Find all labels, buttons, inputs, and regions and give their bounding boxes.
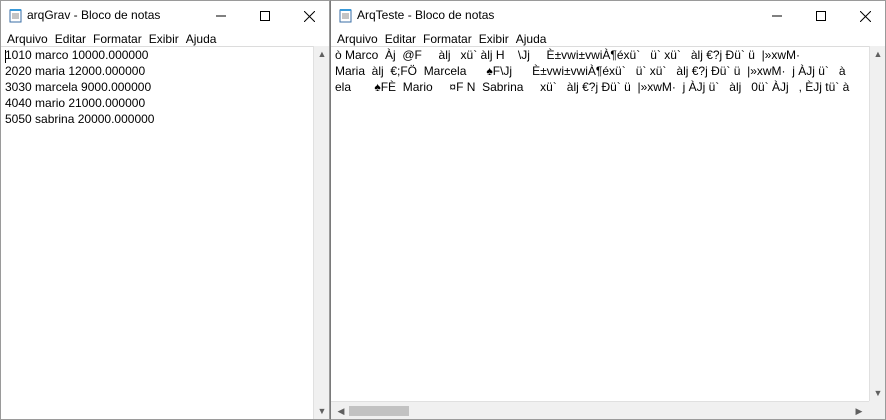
menu-arquivo[interactable]: Arquivo	[337, 32, 378, 46]
notepad-window-arqgrav: arqGrav - Bloco de notas Arquivo Editar …	[0, 0, 330, 420]
notepad-icon	[339, 8, 353, 23]
window-title: arqGrav - Bloco de notas	[27, 8, 161, 22]
close-icon	[859, 10, 871, 22]
notepad-window-arqteste: ArqTeste - Bloco de notas Arquivo Editar…	[330, 0, 886, 420]
title-bar[interactable]: ArqTeste - Bloco de notas	[331, 1, 885, 31]
horizontal-scrollbar[interactable]: ◀ ▶	[331, 401, 869, 419]
text-line: 4040 mario 21000.000000	[5, 96, 146, 110]
scroll-down-icon[interactable]: ▼	[314, 403, 330, 419]
menu-formatar[interactable]: Formatar	[423, 32, 472, 46]
menu-editar[interactable]: Editar	[55, 32, 86, 46]
text-line: 2020 maria 12000.000000	[5, 64, 146, 78]
text-editor[interactable]: ò Marco Àj @F àlj xü` àlj H \Jj È±vwi±vw…	[331, 46, 869, 401]
scrollbar-corner	[869, 401, 885, 419]
scroll-right-icon[interactable]: ▶	[851, 403, 867, 419]
menu-bar: Arquivo Editar Formatar Exibir Ajuda	[1, 31, 329, 47]
title-bar[interactable]: arqGrav - Bloco de notas	[1, 1, 329, 31]
maximize-icon	[816, 11, 826, 21]
text-line: 5050 sabrina 20000.000000	[5, 112, 155, 126]
scroll-down-icon[interactable]: ▼	[870, 385, 886, 401]
vertical-scrollbar[interactable]: ▲ ▼	[313, 46, 329, 419]
close-button[interactable]	[287, 1, 331, 31]
text-line: ela ♠FÈ Mario ¤F N Sabrina xü` àlj €?j Ð…	[335, 80, 850, 94]
menu-arquivo[interactable]: Arquivo	[7, 32, 48, 46]
vertical-scrollbar[interactable]: ▲ ▼	[869, 46, 885, 401]
scroll-left-icon[interactable]: ◀	[333, 403, 349, 419]
menu-bar: Arquivo Editar Formatar Exibir Ajuda	[331, 31, 885, 47]
maximize-button[interactable]	[243, 1, 287, 31]
notepad-icon	[9, 8, 23, 23]
scroll-up-icon[interactable]: ▲	[870, 46, 886, 62]
minimize-button[interactable]	[755, 1, 799, 31]
minimize-icon	[772, 15, 782, 17]
menu-exibir[interactable]: Exibir	[149, 32, 179, 46]
menu-ajuda[interactable]: Ajuda	[516, 32, 547, 46]
scroll-up-icon[interactable]: ▲	[314, 46, 330, 62]
maximize-button[interactable]	[799, 1, 843, 31]
maximize-icon	[260, 11, 270, 21]
text-line: ò Marco Àj @F àlj xü` àlj H \Jj È±vwi±vw…	[335, 48, 801, 62]
text-caret	[5, 50, 6, 63]
close-button[interactable]	[843, 1, 886, 31]
menu-ajuda[interactable]: Ajuda	[186, 32, 217, 46]
menu-formatar[interactable]: Formatar	[93, 32, 142, 46]
menu-exibir[interactable]: Exibir	[479, 32, 509, 46]
text-line: 3030 marcela 9000.000000	[5, 80, 152, 94]
text-line: 1010 marco 10000.000000	[5, 48, 149, 62]
scroll-thumb[interactable]	[349, 406, 409, 416]
minimize-icon	[216, 15, 226, 17]
menu-editar[interactable]: Editar	[385, 32, 416, 46]
text-editor[interactable]: 1010 marco 10000.000000 2020 maria 12000…	[1, 46, 313, 419]
window-title: ArqTeste - Bloco de notas	[357, 8, 495, 22]
close-icon	[303, 10, 315, 22]
text-line: Maria àlj €;FÖ Marcela ♠F\Jj È±vwi±vwiÀ¶…	[335, 64, 846, 78]
minimize-button[interactable]	[199, 1, 243, 31]
